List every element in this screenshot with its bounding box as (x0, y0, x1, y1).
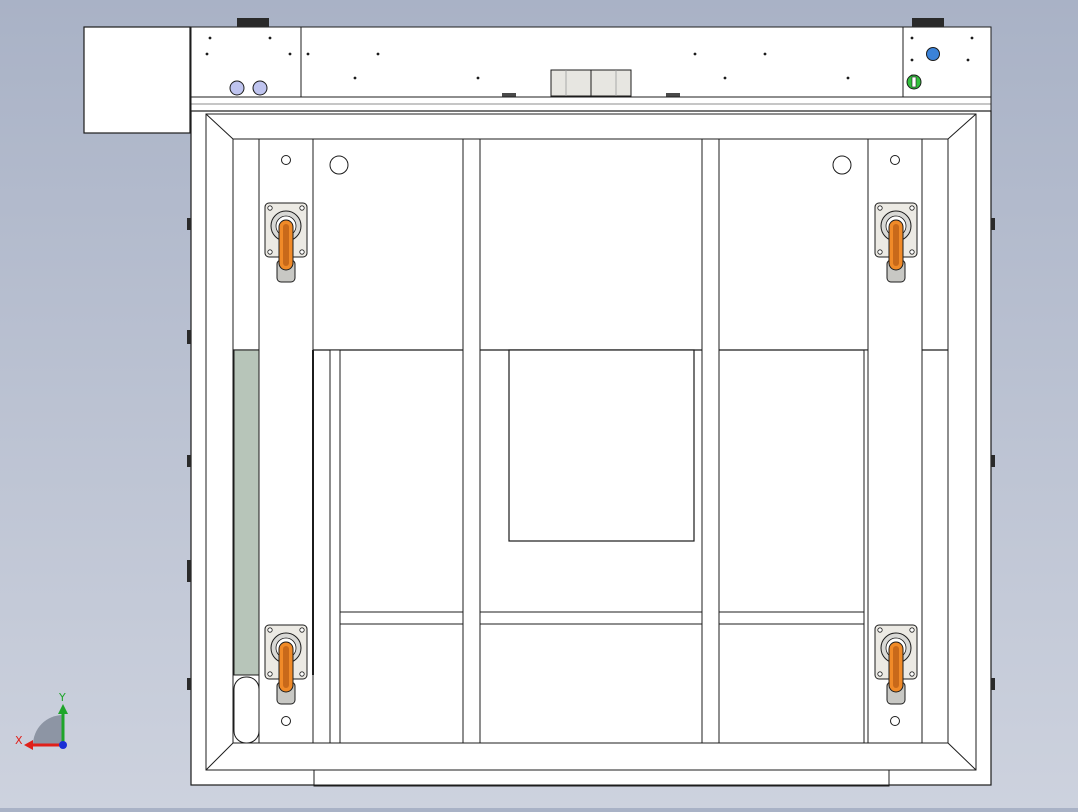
axis-triad[interactable]: Y X (15, 691, 68, 750)
upper-panel-center (479, 138, 703, 351)
caster-bolt (909, 249, 915, 255)
side-guard-strip (233, 349, 260, 676)
terminal-block-left (237, 18, 269, 27)
top-equipment-strip (190, 18, 992, 98)
indicator-lamp-1 (229, 80, 245, 96)
caster-bolt (909, 627, 915, 633)
upper-panels (233, 138, 948, 351)
inner-post-left (329, 349, 341, 744)
caster-bolt (299, 627, 305, 633)
side-slot (233, 676, 260, 744)
mounting-hole-left (329, 155, 349, 175)
x-axis-head (24, 740, 33, 750)
indicator-lamp-2 (252, 80, 268, 96)
y-axis-label: Y (58, 691, 66, 704)
blue-push-button (926, 47, 940, 61)
caster-bolt (267, 627, 273, 633)
center-opening (508, 349, 695, 542)
caster-bolt (909, 205, 915, 211)
terminal-block-right (912, 18, 944, 27)
caster-bolt (877, 249, 883, 255)
center-post-left (462, 138, 481, 744)
caster-bolt (267, 205, 273, 211)
mounting-hole-right (832, 155, 852, 175)
center-post-right (701, 138, 720, 744)
z-axis-dot (59, 741, 67, 749)
control-box (83, 26, 191, 134)
cad-viewport[interactable]: Y X (0, 0, 1078, 808)
caster-bolt (299, 205, 305, 211)
caster-bolt (267, 249, 273, 255)
machine-frame-drawing: Y X (15, 18, 995, 787)
y-axis-head (58, 704, 68, 714)
x-axis-label: X (15, 734, 23, 747)
inner-post-right (863, 349, 869, 744)
caster-bolt (909, 671, 915, 677)
caster-bolt (877, 627, 883, 633)
control-box-body (83, 26, 191, 134)
caster-bolt (267, 671, 273, 677)
caster-bolt (299, 249, 305, 255)
left-terminal-panel (190, 26, 302, 98)
caster-bolt (299, 671, 305, 677)
caster-bolt (877, 671, 883, 677)
triad-plane (33, 715, 63, 745)
base-plate (313, 769, 890, 787)
caster-bolt (877, 205, 883, 211)
